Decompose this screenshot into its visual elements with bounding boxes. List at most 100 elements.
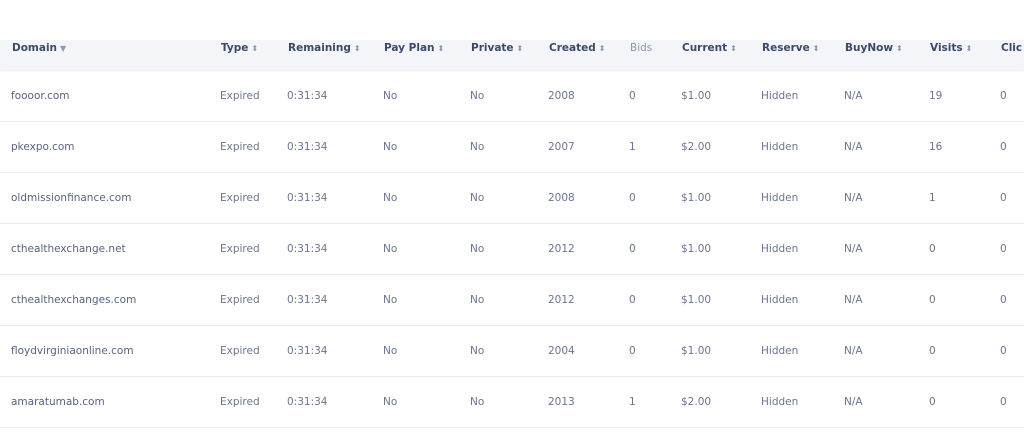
cell-bids: 0 (629, 89, 636, 102)
cell-payplan: No (383, 294, 398, 306)
table-row[interactable]: amaratumab.com Expired 0:31:34 No No 2013 1 $2.… (0, 377, 1024, 428)
table-row[interactable]: cthealthexchange.net Expired 0:31:34 No No 20… (0, 224, 1024, 275)
column-header-label: Clic (1001, 42, 1023, 54)
column-header-label: Created (549, 42, 596, 54)
column-header-created[interactable]: Created ⬍ (549, 40, 605, 71)
cell-reserve: Hidden (761, 89, 799, 102)
cell-clicks: 0 (1000, 89, 1007, 102)
cell-payplan: No (383, 141, 398, 153)
column-header-remaining[interactable]: Remaining ⬍ (288, 40, 361, 71)
column-header-type[interactable]: Type ⬍ (221, 40, 258, 71)
cell-private: No (470, 141, 485, 153)
cell-buynow: N/A (844, 345, 863, 357)
cell-payplan: No (383, 396, 398, 408)
cell-visits: 16 (929, 141, 943, 153)
column-header-private[interactable]: Private ⬍ (471, 40, 523, 71)
cell-current: $2.00 (681, 396, 712, 408)
cell-created: 2012 (548, 243, 575, 255)
table-row[interactable]: cthealthexchanges.com Expired 0:31:34 No No 2… (0, 275, 1024, 326)
cell-buynow: N/A (844, 89, 863, 102)
cell-type: Expired (220, 396, 260, 408)
cell-created: 2012 (548, 294, 575, 306)
cell-buynow: N/A (844, 243, 863, 255)
cell-domain[interactable]: cthealthexchanges.com (11, 275, 136, 325)
column-header-domain[interactable]: Domain ▼ (12, 40, 66, 71)
cell-payplan: No (383, 192, 398, 204)
sort-toggle-icon[interactable]: ⬍ (438, 44, 445, 53)
cell-current: $1.00 (681, 243, 712, 255)
column-header-label: Domain (12, 42, 58, 54)
table-header: Domain ▼ Type ⬍ Remaining ⬍ Pay Plan ⬍ Private ⬍ C… (0, 40, 1024, 70)
cell-reserve: Hidden (761, 141, 799, 153)
table-row[interactable]: pkexpo.com Expired 0:31:34 No No 2007 1 $2.00 Hi… (0, 122, 1024, 173)
cell-reserve: Hidden (761, 294, 799, 306)
cell-type: Expired (220, 192, 260, 204)
cell-payplan: No (383, 243, 398, 255)
sort-desc-icon[interactable]: ▼ (60, 44, 66, 53)
cell-remaining: 0:31:34 (287, 89, 328, 102)
cell-domain[interactable]: oldmissionfinance.com (11, 173, 131, 223)
cell-created: 2004 (548, 345, 575, 357)
column-header-label: BuyNow (845, 42, 894, 54)
cell-clicks: 0 (1000, 192, 1007, 204)
sort-toggle-icon[interactable]: ⬍ (599, 44, 606, 53)
sort-toggle-icon[interactable]: ⬍ (354, 44, 361, 53)
cell-domain[interactable]: pkexpo.com (11, 122, 75, 172)
column-header-reserve[interactable]: Reserve ⬍ (762, 40, 819, 71)
column-header-label: Bids (630, 42, 653, 54)
cell-current: $2.00 (681, 141, 712, 153)
cell-current: $1.00 (681, 345, 712, 357)
cell-clicks: 0 (1000, 243, 1007, 255)
cell-clicks: 0 (1000, 294, 1007, 306)
column-header-label: Visits (930, 42, 963, 54)
cell-reserve: Hidden (761, 192, 799, 204)
cell-created: 2008 (548, 89, 575, 102)
sort-toggle-icon[interactable]: ⬍ (813, 44, 820, 53)
column-header-label: Current (682, 42, 728, 54)
cell-reserve: Hidden (761, 243, 799, 255)
table-row[interactable]: floydvirginiaonline.com Expired 0:31:34 No N… (0, 326, 1024, 377)
cell-created: 2008 (548, 192, 575, 204)
column-header-label: Remaining (288, 42, 351, 54)
column-header-label: Type (221, 42, 249, 54)
sort-toggle-icon[interactable]: ⬍ (730, 44, 737, 53)
cell-private: No (470, 345, 485, 357)
column-header-bids[interactable]: Bids (630, 40, 652, 71)
cell-payplan: No (383, 89, 398, 102)
sort-toggle-icon[interactable]: ⬍ (251, 44, 258, 53)
cell-bids: 0 (629, 192, 636, 204)
column-header-visits[interactable]: Visits ⬍ (930, 40, 972, 71)
cell-private: No (470, 192, 485, 204)
cell-bids: 1 (629, 141, 636, 153)
cell-clicks: 0 (1000, 345, 1007, 357)
cell-bids: 0 (629, 345, 636, 357)
cell-remaining: 0:31:34 (287, 141, 328, 153)
cell-domain[interactable]: cthealthexchange.net (11, 224, 126, 274)
cell-created: 2007 (548, 141, 575, 153)
column-header-current[interactable]: Current ⬍ (682, 40, 737, 71)
cell-remaining: 0:31:34 (287, 243, 328, 255)
top-bar (0, 0, 1024, 40)
cell-domain[interactable]: floydvirginiaonline.com (11, 326, 134, 376)
cell-visits: 0 (929, 294, 936, 306)
sort-toggle-icon[interactable]: ⬍ (896, 44, 903, 53)
table-row[interactable]: foooor.com Expired 0:31:34 No No 2008 0 $1.00 Hi… (0, 70, 1024, 122)
cell-remaining: 0:31:34 (287, 396, 328, 408)
cell-buynow: N/A (844, 141, 863, 153)
cell-reserve: Hidden (761, 345, 799, 357)
column-header-buynow[interactable]: BuyNow ⬍ (845, 40, 903, 71)
cell-type: Expired (220, 89, 260, 102)
sort-toggle-icon[interactable]: ⬍ (517, 44, 524, 53)
cell-domain[interactable]: foooor.com (11, 70, 70, 121)
cell-remaining: 0:31:34 (287, 294, 328, 306)
cell-domain[interactable]: amaratumab.com (11, 377, 105, 427)
sort-toggle-icon[interactable]: ⬍ (966, 44, 973, 53)
cell-visits: 0 (929, 396, 936, 408)
cell-private: No (470, 243, 485, 255)
cell-type: Expired (220, 243, 260, 255)
table-body: foooor.com Expired 0:31:34 No No 2008 0 $1.00 Hi… (0, 70, 1024, 428)
table-row[interactable]: oldmissionfinance.com Expired 0:31:34 No No 2… (0, 173, 1024, 224)
column-header-clicks[interactable]: Clic (1001, 40, 1022, 71)
cell-buynow: N/A (844, 192, 863, 204)
column-header-payplan[interactable]: Pay Plan ⬍ (384, 40, 444, 71)
